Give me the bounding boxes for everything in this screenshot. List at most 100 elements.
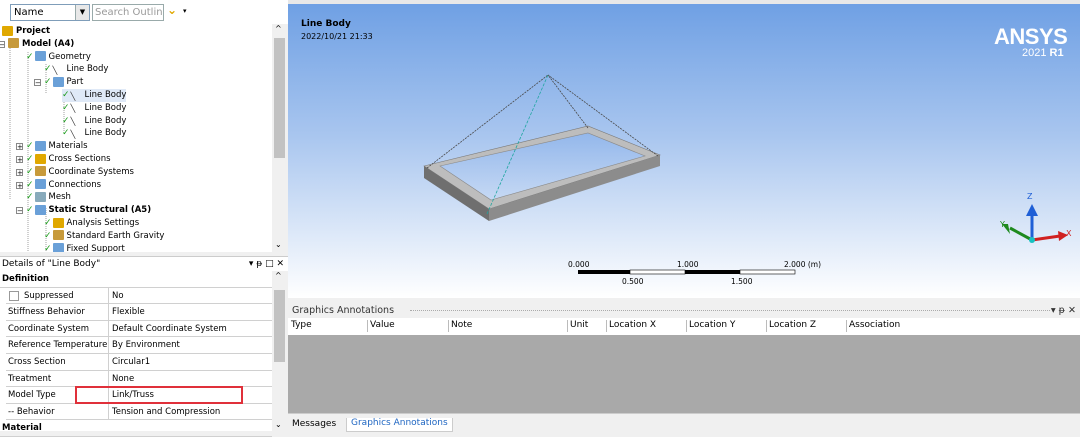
tab-messages[interactable]: Messages xyxy=(292,419,336,429)
column-header[interactable]: Unit xyxy=(570,320,588,330)
details-scroll-down-icon[interactable]: ⌄ xyxy=(275,420,282,429)
check-icon: ✓ xyxy=(62,90,70,100)
details-value[interactable]: None xyxy=(112,374,134,384)
expand-toggle-icon[interactable]: + xyxy=(16,181,23,189)
scale-bar xyxy=(578,269,796,275)
expand-toggle-icon[interactable]: − xyxy=(0,40,5,48)
expand-toggle-icon[interactable]: + xyxy=(16,143,23,151)
details-value[interactable]: Circular1 xyxy=(112,357,150,367)
check-icon: ✓ xyxy=(62,115,70,126)
column-header[interactable]: Type xyxy=(291,320,312,330)
details-row[interactable]: Treatment None xyxy=(6,370,272,388)
details-scrollbar-thumb[interactable] xyxy=(274,290,285,362)
outline-name-filter-select[interactable]: Name ▼ xyxy=(10,4,90,21)
model-view xyxy=(423,74,1068,275)
details-row[interactable]: Stiffness Behavior Flexible xyxy=(6,304,272,321)
expand-toggle-icon[interactable]: − xyxy=(34,79,41,87)
column-separator[interactable] xyxy=(606,320,607,332)
column-separator[interactable] xyxy=(567,320,568,332)
tree-item[interactable]: ✓ Materials xyxy=(26,140,88,153)
details-scroll-up-icon[interactable]: ^ xyxy=(275,271,282,280)
scale-label-1: 1.000 xyxy=(677,260,699,269)
check-icon: ✓ xyxy=(26,192,34,203)
viewport-title: Line Body xyxy=(301,19,351,29)
expand-toggle-icon[interactable]: + xyxy=(16,156,23,164)
tree-item[interactable]: ✓ Mesh xyxy=(26,191,71,204)
scroll-up-icon[interactable]: ^ xyxy=(275,24,282,33)
check-icon: ✓ xyxy=(26,179,34,190)
tree-item-label: Static Structural (A5) xyxy=(48,205,152,216)
details-value[interactable]: Default Coordinate System xyxy=(112,324,227,334)
details-row[interactable]: Suppressed No xyxy=(6,287,272,305)
search-outline-input[interactable]: Search Outline xyxy=(92,4,164,21)
tree-item-label: Analysis Settings xyxy=(66,218,140,228)
suppressed-checkbox[interactable] xyxy=(9,290,19,301)
outline-scrollbar-thumb[interactable] xyxy=(274,38,285,158)
details-value[interactable]: No xyxy=(112,291,124,301)
column-separator[interactable] xyxy=(766,320,767,332)
column-header[interactable]: Value xyxy=(370,320,395,330)
details-key: Coordinate System xyxy=(8,323,89,334)
column-separator[interactable] xyxy=(686,320,687,332)
details-row[interactable]: Cross Section Circular1 xyxy=(6,354,272,371)
tab-graphics-annotations[interactable]: Graphics Annotations xyxy=(346,418,453,432)
tree-item[interactable]: Model (A4) xyxy=(8,38,74,51)
column-header[interactable]: Location Z xyxy=(769,320,816,330)
tree-item[interactable]: ✓╲ Line Body xyxy=(62,102,126,115)
tree-item[interactable]: ✓╲ Line Body xyxy=(62,115,126,128)
tree-item[interactable]: ✓ Static Structural (A5) xyxy=(26,204,151,217)
column-separator[interactable] xyxy=(448,320,449,332)
tree-item[interactable]: ✓ Cross Sections xyxy=(26,153,111,166)
details-value[interactable]: Flexible xyxy=(112,307,145,317)
column-separator[interactable] xyxy=(367,320,368,332)
node-icon xyxy=(52,243,64,252)
node-icon xyxy=(52,230,64,241)
tree-item[interactable]: ✓╲ Line Body xyxy=(44,63,108,76)
annotations-table-body[interactable] xyxy=(288,335,1080,413)
column-header[interactable]: Note xyxy=(451,320,472,330)
node-icon xyxy=(34,191,46,202)
tree-item[interactable]: ✓ Connections xyxy=(26,179,101,192)
section-definition[interactable]: Definition xyxy=(0,271,272,288)
expand-toggle-icon[interactable]: − xyxy=(16,207,23,215)
column-header[interactable]: Location X xyxy=(609,320,656,330)
tree-item[interactable]: ✓╲ Line Body xyxy=(62,127,126,140)
line-body-icon: ╲ xyxy=(70,104,76,114)
tree-item[interactable]: ✓ Analysis Settings xyxy=(44,217,139,230)
scale-label-0: 0.000 xyxy=(568,260,590,269)
axis-triad[interactable] xyxy=(1002,204,1068,243)
details-row[interactable]: Reference Temperature By Environment xyxy=(6,337,272,354)
tree-item-label: Connections xyxy=(48,179,102,190)
tree-item-label: Line Body xyxy=(66,64,109,75)
section-definition-label: Definition xyxy=(2,274,49,284)
check-icon: ✓ xyxy=(62,128,70,139)
details-row[interactable]: Coordinate System Default Coordinate Syst… xyxy=(6,320,272,338)
tree-item[interactable]: ✓╲ Line Body xyxy=(62,89,127,102)
column-header[interactable]: Location Y xyxy=(689,320,735,330)
column-separator[interactable] xyxy=(846,320,847,332)
check-icon: ✓ xyxy=(44,64,52,75)
tree-item-label: Materials xyxy=(48,141,88,152)
graphics-viewport[interactable] xyxy=(288,4,1080,298)
tree-item[interactable]: ✓ Coordinate Systems xyxy=(26,166,134,179)
annotations-pane-controls[interactable]: ▾ ᵽ ✕ xyxy=(1051,303,1076,318)
expand-toggle-icon[interactable]: + xyxy=(16,168,23,176)
tree-item[interactable]: ✓ Part xyxy=(44,76,83,89)
details-value[interactable]: Tension and Compression xyxy=(112,407,220,417)
expand-filter-icon[interactable]: ⌄ xyxy=(167,3,177,17)
tree-item[interactable]: ✓ Geometry xyxy=(26,51,91,64)
node-icon xyxy=(34,166,46,177)
details-pane-controls[interactable]: ▾ ᵽ □ ✕ xyxy=(249,257,284,271)
chevron-down-icon[interactable]: ▼ xyxy=(75,5,89,20)
section-material[interactable]: Material xyxy=(0,420,272,437)
details-row[interactable]: -- Behavior Tension and Compression xyxy=(6,403,272,421)
beam-frame[interactable] xyxy=(423,125,661,221)
tree-item[interactable]: Project xyxy=(2,25,50,38)
name-select-value: Name xyxy=(14,7,44,18)
tree-item[interactable]: ✓ Fixed Support xyxy=(44,243,125,252)
tree-item[interactable]: ✓ Standard Earth Gravity xyxy=(44,230,164,243)
details-value[interactable]: By Environment xyxy=(112,340,180,350)
filter-dropdown-icon[interactable]: ▾ xyxy=(183,7,187,15)
scroll-down-icon[interactable]: ⌄ xyxy=(275,240,282,249)
column-header[interactable]: Association xyxy=(849,320,900,330)
